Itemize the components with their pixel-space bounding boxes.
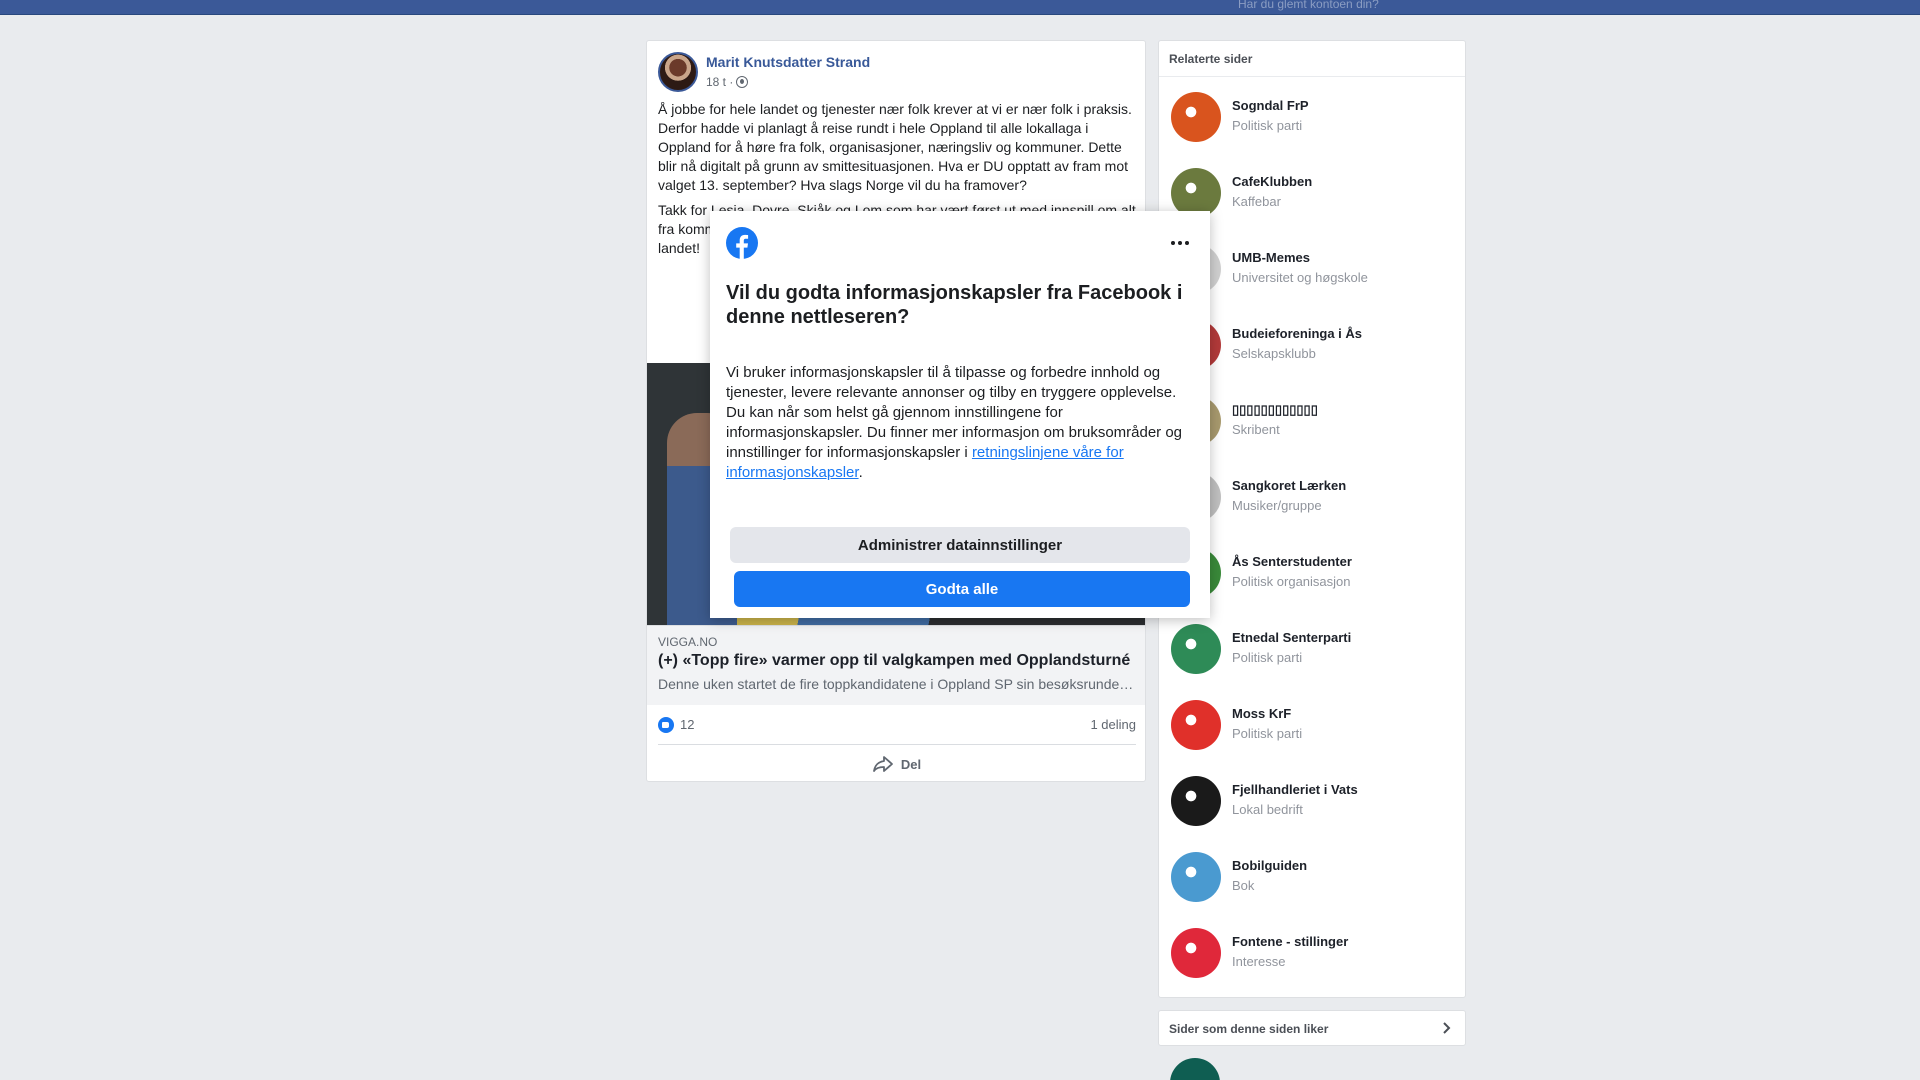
related-page-name[interactable]: Sangkoret Lærken: [1232, 478, 1346, 493]
related-page-category: Universitet og høgskole: [1232, 270, 1368, 285]
related-page-item[interactable]: Sogndal FrP Politisk parti: [1159, 77, 1465, 153]
landscape-logo[interactable]: [1171, 852, 1221, 902]
related-page-name[interactable]: Etnedal Senterparti: [1232, 630, 1351, 645]
related-page-category: Politisk parti: [1232, 726, 1303, 741]
post-meta: 18 t ·: [706, 75, 749, 89]
related-page-name[interactable]: CafeKlubben: [1232, 174, 1312, 189]
dialog-title: Vil du godta informasjonskapsler fra Fac…: [726, 282, 1183, 328]
accept-all-button[interactable]: Godta alle: [734, 571, 1190, 607]
related-page-category: Politisk parti: [1232, 118, 1303, 133]
related-page-name[interactable]: Bobilguiden: [1232, 858, 1307, 873]
related-page-category: Musiker/gruppe: [1232, 498, 1322, 513]
related-page-category: Politisk parti: [1232, 650, 1303, 665]
likes-summary[interactable]: 12: [658, 716, 695, 733]
manage-data-settings-button[interactable]: Administrer datainnstillinger: [730, 527, 1190, 563]
related-page-category: Selskapsklubb: [1232, 346, 1316, 361]
krf-logo[interactable]: [1171, 700, 1221, 750]
related-page-name[interactable]: UMB-Memes: [1232, 250, 1310, 265]
chevron-right-icon: [1443, 1022, 1451, 1034]
dot-icon: [1185, 241, 1189, 245]
shares-count[interactable]: 1 deling: [1090, 717, 1136, 732]
top-navigation-bar: Har du glemt kontoen din?: [0, 0, 1920, 15]
author-avatar[interactable]: [658, 52, 698, 92]
related-page-item[interactable]: Etnedal Senterparti Politisk parti: [1159, 609, 1465, 685]
link-title[interactable]: (+) «Topp fire» varmer opp til valgkampe…: [658, 652, 1130, 670]
related-page-category: Politisk organisasjon: [1232, 574, 1351, 589]
dot-icon: [1171, 241, 1175, 245]
related-page-item[interactable]: Fjellhandleriet i Vats Lokal bedrift: [1159, 761, 1465, 837]
likes-count: 12: [680, 717, 695, 732]
related-page-category: Lokal bedrift: [1232, 802, 1303, 817]
reactions-bar: 12 1 deling: [658, 705, 1136, 745]
related-page-name[interactable]: Budeieforeninga i Ås: [1232, 326, 1362, 341]
post-paragraph-1: Å jobbe for hele landet og tjenester nær…: [658, 101, 1132, 193]
related-page-name[interactable]: Sogndal FrP: [1232, 98, 1309, 113]
link-description: Denne uken startet de fire toppkandidate…: [658, 676, 1134, 692]
related-page-name[interactable]: ▯▯▯▯▯▯▯▯▯▯▯▯: [1232, 402, 1318, 418]
frp-logo[interactable]: [1171, 92, 1221, 142]
share-button[interactable]: Del: [658, 746, 1136, 781]
link-preview[interactable]: VIGGA.NO (+) «Topp fire» varmer opp til …: [647, 625, 1145, 705]
related-page-name[interactable]: Moss KrF: [1232, 706, 1291, 721]
related-page-item[interactable]: Bobilguiden Bok: [1159, 837, 1465, 913]
liked-pages-title: Sider som denne siden liker: [1169, 1022, 1329, 1036]
related-pages-title: Relaterte sider: [1159, 41, 1465, 77]
liked-page-avatar[interactable]: [1170, 1058, 1220, 1080]
forgot-account-link[interactable]: Har du glemt kontoen din?: [1238, 0, 1379, 11]
facebook-logo-icon: [726, 227, 758, 259]
dialog-body-end: .: [858, 464, 863, 481]
related-page-category: Kaffebar: [1232, 194, 1281, 209]
liked-pages-header[interactable]: Sider som denne siden liker: [1158, 1010, 1466, 1046]
dialog-body: Vi bruker informasjonskapsler til å tilp…: [726, 363, 1194, 483]
more-options-button[interactable]: [1166, 229, 1194, 257]
related-page-name[interactable]: Fjellhandleriet i Vats: [1232, 782, 1358, 797]
post-timestamp[interactable]: 18 t ·: [706, 75, 733, 89]
like-icon: [658, 716, 674, 733]
flower-logo[interactable]: [1171, 776, 1221, 826]
share-label: Del: [900, 756, 922, 772]
jobb-logo[interactable]: [1171, 928, 1221, 978]
related-page-name[interactable]: Ås Senterstudenter: [1232, 554, 1352, 569]
related-page-category: Bok: [1232, 878, 1255, 893]
public-globe-icon: [736, 76, 749, 88]
sp-clover-logo[interactable]: [1171, 624, 1221, 674]
related-page-item[interactable]: Fontene - stillinger Interesse: [1159, 913, 1465, 989]
cookie-consent-dialog: Vil du godta informasjonskapsler fra Fac…: [710, 211, 1210, 618]
author-name[interactable]: Marit Knutsdatter Strand: [706, 54, 870, 70]
related-page-category: Interesse: [1232, 954, 1286, 969]
share-icon: [872, 756, 893, 772]
link-domain: VIGGA.NO: [658, 635, 718, 649]
related-page-category: Skribent: [1232, 422, 1280, 437]
related-page-name[interactable]: Fontene - stillinger: [1232, 934, 1348, 949]
dot-icon: [1178, 241, 1182, 245]
related-page-item[interactable]: Moss KrF Politisk parti: [1159, 685, 1465, 761]
